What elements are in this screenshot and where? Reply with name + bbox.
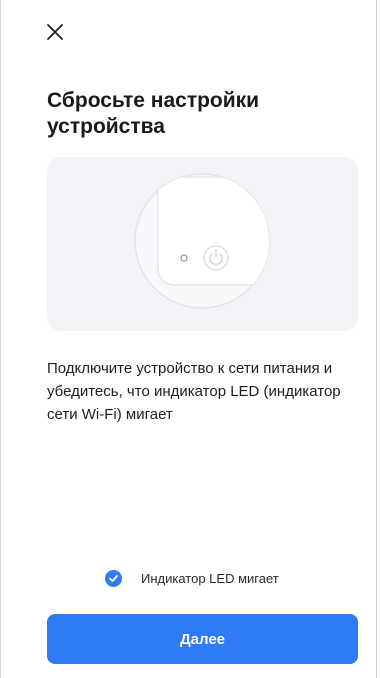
next-button[interactable]: Далее xyxy=(47,614,358,664)
checkbox-label: Индикатор LED мигает xyxy=(141,570,279,586)
device-graphic xyxy=(134,173,270,309)
led-blinking-checkbox[interactable]: Индикатор LED мигает xyxy=(105,568,279,588)
close-button[interactable] xyxy=(43,20,67,44)
page-title: Сбросьте настройки устройства xyxy=(47,89,260,138)
close-icon xyxy=(47,24,63,40)
divider xyxy=(376,0,377,678)
device-illustration xyxy=(47,157,358,331)
check-circle-icon xyxy=(105,569,122,587)
instruction-text: Подключите устройство к сети питания и у… xyxy=(47,360,341,423)
reset-device-screen: Сбросьте настройки устройства Подключите… xyxy=(0,0,380,678)
